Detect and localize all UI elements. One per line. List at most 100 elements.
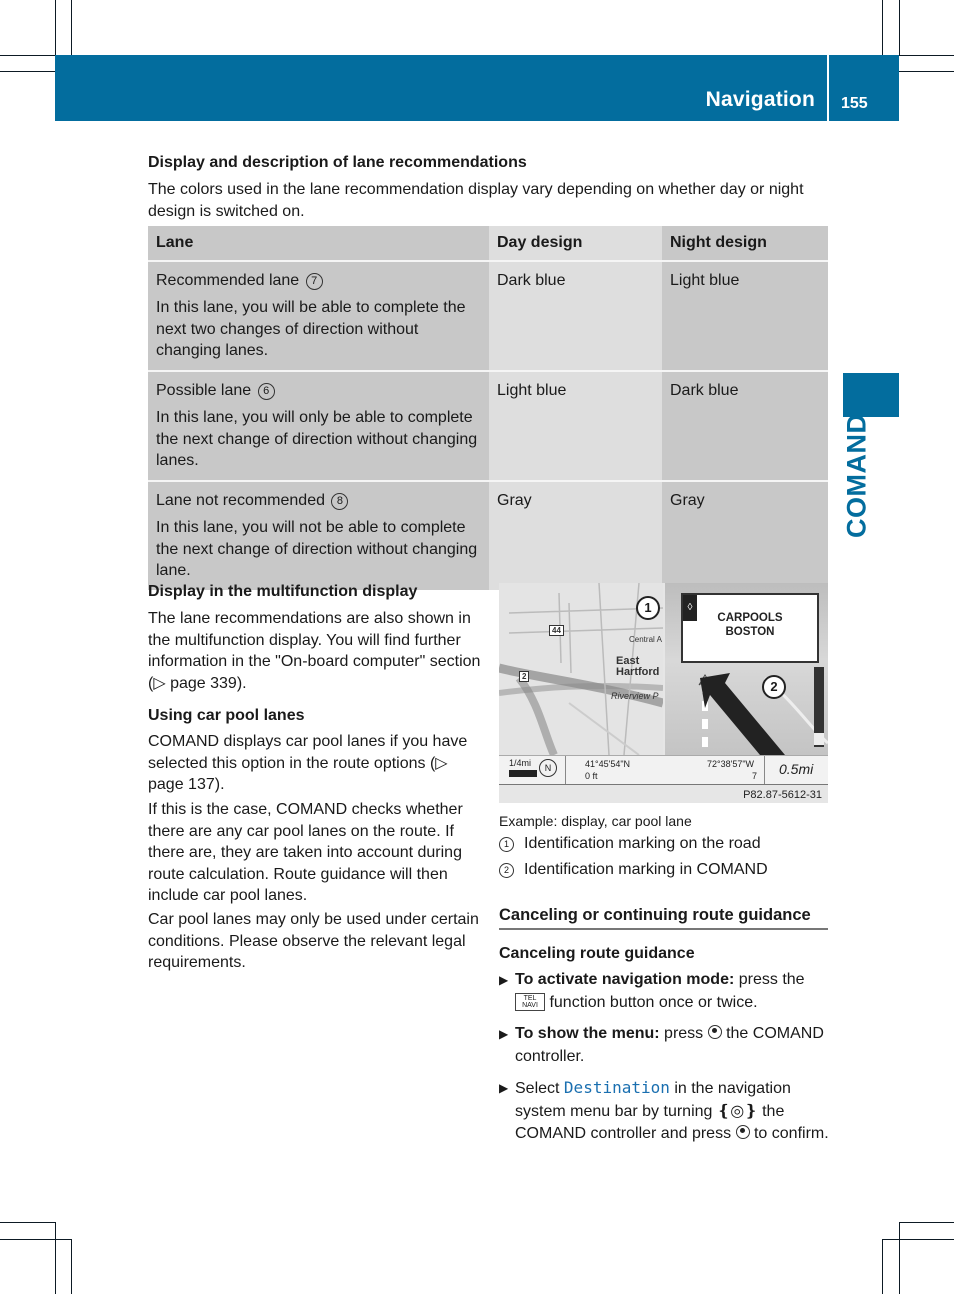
side-tab-label: COMAND <box>841 413 872 539</box>
status-divider <box>565 756 566 784</box>
lane-name: Recommended lane <box>156 271 300 289</box>
figure-caption: Example: display, car pool lane <box>499 813 692 829</box>
car-pool-paragraph: If this is the case, COMAND checks wheth… <box>148 801 463 904</box>
cancel-guidance-subheading: Canceling route guidance <box>499 945 695 962</box>
latitude: 41°45'54"N <box>585 759 631 769</box>
car-pool-paragraph: COMAND displays car pool lanes if you ha… <box>148 733 468 793</box>
carpool-sign: CARPOOLS BOSTON <box>681 593 819 663</box>
step-text: press <box>659 1025 704 1042</box>
column-header: Night design <box>662 226 828 261</box>
step-activate-navigation: ▶ To activate navigation mode: press the… <box>499 969 834 1014</box>
altitude: 0 ft <box>585 771 598 781</box>
map-label-central: Central A <box>629 635 662 644</box>
table-row: Possible lane 6 In this lane, you will o… <box>148 370 828 481</box>
lane-description: In this lane, you will not be able to co… <box>156 519 478 579</box>
crop-mark <box>0 1222 55 1223</box>
lane-marker-icon: 8 <box>331 492 349 510</box>
crop-mark <box>882 1239 954 1240</box>
legend-item: 1 Identification marking on the road <box>499 835 761 853</box>
legend-text: Identification marking in COMAND <box>524 861 768 878</box>
step-label: To show the menu: <box>515 1025 660 1042</box>
lane-description: In this lane, you will only be able to c… <box>156 409 478 469</box>
step-text: to confirm. <box>749 1125 829 1142</box>
map-label-hartford: Hartford <box>616 666 660 678</box>
longitude: 72°38'57"W <box>707 759 755 769</box>
figure-code: P82.87-5612-31 <box>743 789 822 801</box>
night-design-cell: Dark blue <box>662 370 828 481</box>
night-design-cell: Gray <box>662 480 828 590</box>
table-row: Recommended lane 7 In this lane, you wil… <box>148 260 828 371</box>
lane-description: In this lane, you will be able to comple… <box>156 299 466 359</box>
step-select-destination: ▶ Select Destination in the navigation s… <box>499 1077 834 1146</box>
multifunction-heading: Display in the multifunction display <box>148 583 418 600</box>
crop-mark <box>0 71 55 72</box>
compass-icon: N <box>539 759 557 777</box>
diamond-marker-icon: ◊ <box>683 595 697 621</box>
step-text: Select <box>515 1080 564 1097</box>
controller-turn-icon: ❴◎❵ <box>716 1102 758 1120</box>
status-divider <box>764 756 765 784</box>
crop-mark <box>55 1222 56 1294</box>
distance-readout: 0.5mi <box>779 761 814 777</box>
step-arrow-icon: ▶ <box>499 1081 509 1095</box>
controller-press-icon <box>707 1025 722 1039</box>
day-design-cell: Light blue <box>489 370 662 481</box>
section-title: Navigation <box>705 88 815 111</box>
lane-marker-icon: 6 <box>257 382 275 400</box>
sign-line-2: BOSTON <box>725 626 775 638</box>
crop-mark <box>899 1222 954 1223</box>
map-scale: 1/4mi <box>509 758 532 768</box>
satellite-count: 7 <box>752 771 758 781</box>
tel-navi-button-icon: TEL NAVI <box>515 993 545 1012</box>
column-header: Day design <box>489 226 662 261</box>
step-show-menu: ▶ To show the menu: press the COMAND con… <box>499 1023 834 1068</box>
legend-item: 2 Identification marking in COMAND <box>499 861 768 879</box>
step-label: To activate navigation mode: <box>515 971 735 988</box>
callout-1: 1 <box>636 596 660 620</box>
carpool-display-figure: 44 2 East Hartford Central A Riverview P… <box>499 583 828 803</box>
car-pool-heading: Using car pool lanes <box>148 707 305 724</box>
day-design-cell: Dark blue <box>489 260 662 371</box>
crop-mark <box>71 1239 72 1294</box>
crop-mark <box>55 0 56 55</box>
step-text: press the <box>734 971 805 988</box>
car-pool-paragraph: Car pool lanes may only be used under ce… <box>148 911 479 971</box>
day-design-cell: Gray <box>489 480 662 590</box>
crop-mark <box>71 0 72 55</box>
button-top-label: TEL <box>523 995 537 1003</box>
button-bottom-label: NAVI <box>522 1002 538 1010</box>
crop-mark <box>0 1239 71 1240</box>
legend-text: Identification marking on the road <box>524 835 761 852</box>
step-arrow-icon: ▶ <box>499 1027 509 1041</box>
lane-section-heading: Display and description of lane recommen… <box>148 154 527 171</box>
lane-cell: Recommended lane 7 In this lane, you wil… <box>148 260 489 371</box>
night-design-cell: Light blue <box>662 260 828 371</box>
carpool-sign-text: CARPOOLS BOSTON <box>683 611 817 639</box>
page-number: 155 <box>841 95 868 112</box>
crop-mark <box>899 0 900 55</box>
lane-marker-icon: 7 <box>305 272 323 290</box>
sign-line-1: CARPOOLS <box>717 612 783 624</box>
menu-item-destination: Destination <box>563 1078 670 1097</box>
heading-underline <box>499 928 828 930</box>
lane-cell: Lane not recommended 8 In this lane, you… <box>148 480 489 590</box>
crop-mark <box>899 1222 900 1294</box>
lane-cell: Possible lane 6 In this lane, you will o… <box>148 370 489 481</box>
legend-marker-icon: 2 <box>499 863 514 878</box>
lane-name: Possible lane <box>156 381 252 399</box>
table-header-row: Lane Day design Night design <box>148 226 828 261</box>
crop-mark <box>899 71 954 72</box>
guidance-heading: Canceling or continuing route guidance <box>499 906 811 924</box>
legend-marker-icon: 1 <box>499 837 514 852</box>
route-shield-2: 2 <box>519 671 530 682</box>
crop-mark <box>0 55 55 56</box>
crop-mark <box>882 0 883 55</box>
callout-2: 2 <box>762 675 786 699</box>
route-shield-44: 44 <box>549 625 564 636</box>
controller-press-icon <box>735 1125 750 1139</box>
side-tab-block <box>843 373 899 417</box>
header-divider <box>827 55 829 121</box>
lane-name: Lane not recommended <box>156 491 325 509</box>
crop-mark <box>899 55 954 56</box>
step-arrow-icon: ▶ <box>499 973 509 987</box>
